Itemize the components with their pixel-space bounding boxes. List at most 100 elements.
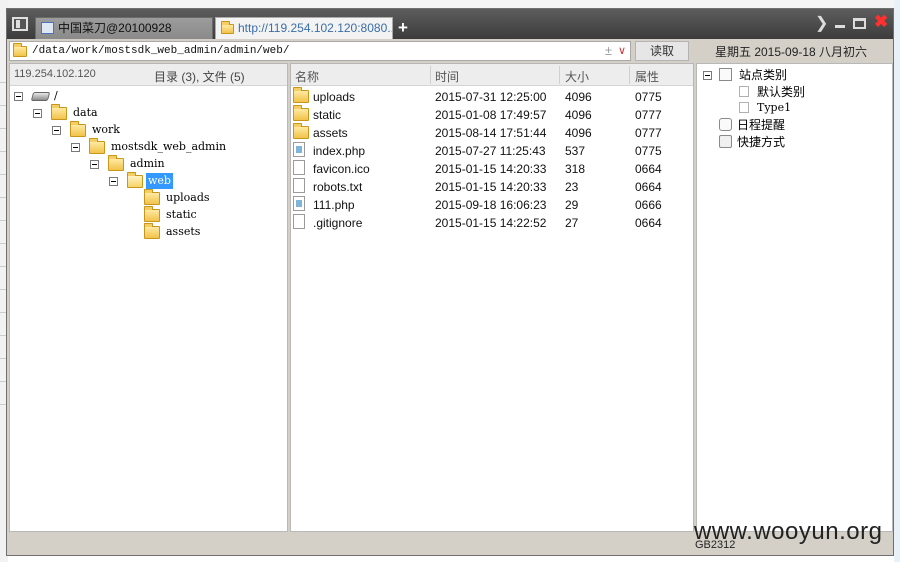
- history-dropdown-icon[interactable]: ±: [605, 43, 612, 59]
- site-category-label: 站点类别: [739, 68, 788, 82]
- tab-home[interactable]: 中国菜刀@20100928: [35, 17, 213, 39]
- tree-node-schedule[interactable]: 日程提醒: [717, 117, 877, 133]
- folder-icon: [144, 223, 160, 239]
- collapse-icon[interactable]: [71, 143, 80, 152]
- file-list-header: 名称 时间 大小 属性: [291, 64, 693, 86]
- directory-summary: 目录 (3), 文件 (5): [154, 70, 245, 84]
- tab-remote-site-label: http://119.254.102.120:8080...: [238, 21, 393, 35]
- directory-tree-panel: 119.254.102.120 目录 (3), 文件 (5) / data wo…: [9, 63, 288, 532]
- folder-icon: [144, 206, 160, 222]
- file-attr: 0777: [635, 108, 662, 122]
- file-attr: 0666: [635, 198, 662, 212]
- file-time: 2015-07-27 11:25:43: [435, 144, 546, 158]
- tree-node-label: admin: [130, 157, 165, 170]
- collapse-icon[interactable]: [33, 109, 42, 118]
- file-size: 27: [565, 216, 579, 230]
- file-size: 4096: [565, 90, 592, 104]
- tree-node-shortcut[interactable]: 快捷方式: [717, 134, 877, 150]
- tree-node-label: data: [73, 106, 98, 119]
- app-menu-icon[interactable]: [12, 17, 28, 31]
- file-name: static: [313, 108, 342, 122]
- file-attr: 0775: [635, 90, 662, 104]
- background-strip-top: [0, 0, 900, 8]
- file-name: favicon.ico: [313, 162, 370, 176]
- tree-node-label-selected: web: [146, 173, 173, 189]
- add-tab-button[interactable]: +: [398, 18, 408, 38]
- checkbox-icon[interactable]: [719, 68, 732, 81]
- file-size: 537: [565, 144, 586, 158]
- folder-icon: [221, 21, 234, 34]
- schedule-label: 日程提醒: [737, 118, 786, 132]
- collapse-icon[interactable]: [109, 177, 118, 186]
- default-category-label: 默认类别: [757, 85, 806, 99]
- file-icon: [293, 178, 305, 193]
- chevron-down-icon[interactable]: ∨: [618, 43, 626, 59]
- file-row[interactable]: static 2015-01-08 17:49:57 4096 0777: [291, 105, 693, 124]
- php-file-icon: [293, 196, 305, 211]
- column-divider[interactable]: [430, 66, 431, 84]
- column-header-name[interactable]: 名称: [295, 68, 319, 85]
- file-attr: 0664: [635, 162, 662, 176]
- tree-node-static[interactable]: static: [144, 206, 274, 223]
- tree-node-work[interactable]: work: [52, 121, 252, 138]
- file-row[interactable]: index.php 2015-07-27 11:25:43 537 0775: [291, 142, 693, 160]
- tree-node-admin[interactable]: admin: [90, 155, 270, 172]
- tab-remote-site[interactable]: http://119.254.102.120:8080...: [215, 17, 393, 39]
- folder-icon: [13, 43, 28, 57]
- minimize-icon[interactable]: [835, 25, 845, 28]
- tree-node-web[interactable]: web: [109, 172, 269, 189]
- file-time: 2015-01-15 14:20:33: [435, 162, 547, 176]
- maximize-icon[interactable]: [853, 18, 866, 29]
- collapse-icon[interactable]: [90, 160, 99, 169]
- folder-icon: [51, 104, 67, 120]
- folder-icon: [293, 123, 309, 139]
- tree-node-uploads[interactable]: uploads: [144, 189, 274, 206]
- close-icon[interactable]: ✖: [874, 13, 888, 30]
- tree-node-label: static: [166, 208, 197, 221]
- file-row[interactable]: uploads 2015-07-31 12:25:00 4096 0775: [291, 87, 693, 106]
- collapse-icon[interactable]: [703, 71, 712, 80]
- file-row[interactable]: favicon.ico 2015-01-15 14:20:33 318 0664: [291, 160, 693, 178]
- collapse-icon[interactable]: [14, 92, 23, 101]
- column-divider[interactable]: [559, 66, 560, 84]
- tree-node-data[interactable]: data: [33, 104, 233, 121]
- file-attr: 0664: [635, 216, 662, 230]
- title-bar: 中国菜刀@20100928 http://119.254.102.120:808…: [7, 9, 893, 39]
- column-header-size[interactable]: 大小: [565, 68, 589, 85]
- file-icon: [293, 160, 305, 175]
- tree-node-mostsdk-web-admin[interactable]: mostsdk_web_admin: [71, 138, 271, 155]
- file-row[interactable]: 111.php 2015-09-18 16:06:23 29 0666: [291, 196, 693, 214]
- collapse-icon[interactable]: [52, 126, 61, 135]
- tree-header: 119.254.102.120 目录 (3), 文件 (5): [10, 64, 287, 86]
- tree-node-default-category[interactable]: 默认类别: [739, 84, 879, 100]
- shortcut-icon: [719, 135, 732, 148]
- file-size: 23: [565, 180, 579, 194]
- schedule-icon: [719, 118, 732, 131]
- column-header-attr[interactable]: 属性: [635, 68, 659, 85]
- tree-node-assets[interactable]: assets: [144, 223, 274, 240]
- address-bar[interactable]: /data/work/mostsdk_web_admin/admin/web/ …: [9, 41, 631, 61]
- site-category-panel: 站点类别 默认类别 Type1 日程提醒 快捷方式: [696, 63, 893, 532]
- chevron-right-icon[interactable]: ❯: [815, 16, 828, 32]
- folder-icon: [293, 87, 309, 103]
- file-attr: 0775: [635, 144, 662, 158]
- tree-node-label: mostsdk_web_admin: [111, 140, 227, 153]
- column-header-time[interactable]: 时间: [435, 68, 459, 85]
- file-list-panel: 名称 时间 大小 属性 uploads 2015-07-31 12:25:00 …: [290, 63, 694, 532]
- read-button[interactable]: 读取: [635, 41, 689, 61]
- watermark-text: www.wooyun.org: [694, 518, 883, 545]
- file-row[interactable]: .gitignore 2015-01-15 14:22:52 27 0664: [291, 214, 693, 232]
- column-divider[interactable]: [629, 66, 630, 84]
- tree-node-type1[interactable]: Type1: [739, 100, 879, 116]
- address-path[interactable]: /data/work/mostsdk_web_admin/admin/web/: [32, 43, 289, 60]
- file-row[interactable]: robots.txt 2015-01-15 14:20:33 23 0664: [291, 178, 693, 196]
- folder-open-icon: [127, 172, 143, 188]
- tree-node-root[interactable]: /: [14, 88, 214, 104]
- file-name: 111.php: [313, 198, 355, 212]
- date-display: 星期五 2015-09-18 八月初六: [715, 45, 868, 59]
- file-row[interactable]: assets 2015-08-14 17:51:44 4096 0777: [291, 123, 693, 142]
- tree-node-site-category[interactable]: 站点类别: [703, 67, 883, 83]
- drive-icon: [30, 89, 51, 101]
- folder-icon: [144, 189, 160, 205]
- shortcut-label: 快捷方式: [737, 135, 786, 149]
